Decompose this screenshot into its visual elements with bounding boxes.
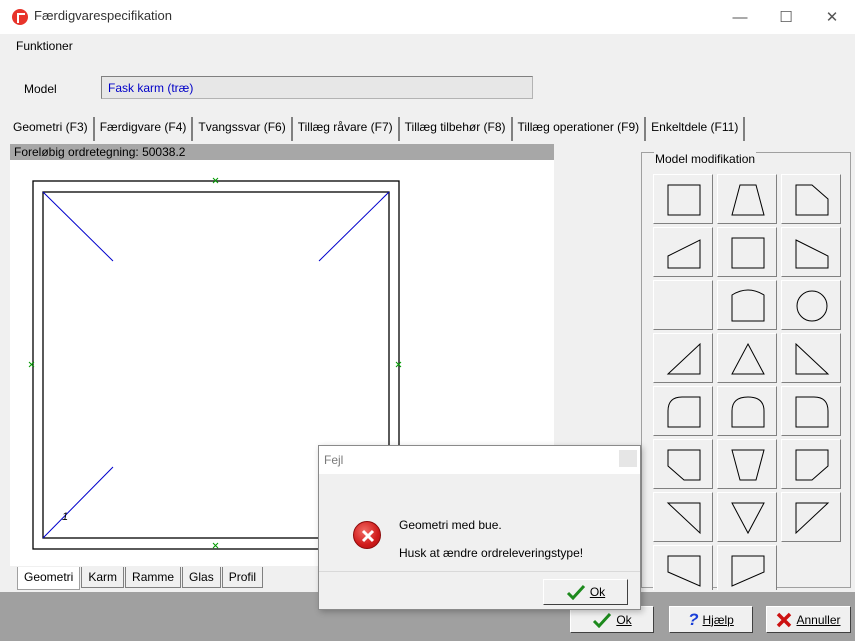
triangle-down-icon (731, 502, 765, 535)
maximize-button[interactable]: ☐ (763, 0, 809, 34)
shape-button-triangle-down-right[interactable] (781, 492, 841, 542)
chamfer-top-left-icon (667, 184, 701, 216)
shape-button-chamfer-bottom-left[interactable] (653, 439, 713, 489)
tab-bottom-profil[interactable]: Profil (221, 567, 264, 588)
shape-button-slope-left[interactable] (653, 227, 713, 277)
tab-bottom-geometri[interactable]: Geometri (17, 567, 81, 590)
triangle-left-up-icon (795, 342, 830, 375)
app-logo-icon (12, 9, 28, 25)
dialog-message-line1: Geometri med bue. (399, 518, 502, 532)
close-button[interactable]: ✕ (809, 0, 855, 34)
ok-button[interactable]: Ok (570, 606, 654, 633)
tab-tillaeg-raavare[interactable]: Tillæg råvare (F7) (293, 117, 400, 141)
ok-button-label: Ok (616, 612, 632, 627)
question-icon: ? (688, 609, 699, 629)
tab-bar: Geometri (F3) Færdigvare (F4) Tvangssvar… (10, 117, 746, 141)
help-button[interactable]: ? Hjælp (669, 606, 753, 633)
diagonal-top-right (318, 191, 390, 262)
minimize-button[interactable]: — (717, 0, 763, 34)
bottom-tab-bar: Geometri Karm Ramme Glas Profil (17, 567, 264, 590)
chamfer-bottom-right-icon (795, 449, 829, 481)
shape-button-rounded-top-right[interactable] (781, 386, 841, 436)
shape-button-rounded-top-left[interactable] (653, 386, 713, 436)
diagonal-top-left (42, 191, 114, 262)
dialog-ok-button[interactable]: Ok (543, 579, 628, 605)
slope-bottom-left-icon (667, 555, 701, 587)
shape-button-chamfer-top-right[interactable] (781, 174, 841, 224)
dialog-title: Fejl (324, 453, 344, 467)
error-icon (353, 521, 381, 549)
chamfer-top-right-icon (795, 184, 829, 216)
shape-button-inverted-trapezoid[interactable] (717, 439, 777, 489)
tab-tillaeg-tilbehoer[interactable]: Tillæg tilbehør (F8) (400, 117, 513, 141)
rounded-top-icon (731, 396, 765, 428)
corner-label: 1 (62, 511, 68, 523)
model-field[interactable]: Fask karm (træ) (101, 76, 533, 99)
order-drawing-status: Foreløbig ordretegning: 50038.2 (10, 144, 554, 160)
diagonal-bottom-left (42, 466, 114, 539)
tab-tvangssvar[interactable]: Tvangssvar (F6) (193, 117, 293, 141)
tab-enkeltdele[interactable]: Enkeltdele (F11) (646, 117, 746, 141)
circle-icon (796, 290, 828, 322)
rounded-top-left-icon (667, 396, 701, 428)
menu-item-funktioner[interactable]: Funktioner (16, 39, 73, 53)
inverted-trapezoid-icon (731, 449, 765, 481)
dialog-ok-label: Ok (589, 585, 606, 599)
rectangle-icon (731, 237, 765, 269)
shape-button-arch-top[interactable] (717, 280, 777, 330)
shape-button-blank[interactable] (653, 280, 713, 330)
tab-bottom-karm[interactable]: Karm (81, 567, 125, 588)
model-modification-legend: Model modifikation (654, 152, 757, 166)
tab-bottom-glas[interactable]: Glas (182, 567, 221, 588)
arch-top-icon (731, 289, 765, 322)
help-button-label: Hjælp (702, 612, 734, 627)
menu-bar: Funktioner (0, 34, 855, 58)
slope-left-icon (667, 239, 701, 269)
check-icon (593, 612, 612, 628)
error-dialog: Fejl Geometri med bue. Husk at ændre ord… (318, 445, 641, 610)
cancel-button[interactable]: Annuller (766, 606, 851, 633)
cross-icon (777, 612, 792, 627)
shape-button-rounded-top[interactable] (717, 386, 777, 436)
shape-button-triangle-left-up[interactable] (781, 333, 841, 383)
tab-bottom-ramme[interactable]: Ramme (125, 567, 182, 588)
shape-button-triangle-down[interactable] (717, 492, 777, 542)
shape-button-trapezoid[interactable] (717, 174, 777, 224)
trapezoid-icon (731, 184, 765, 216)
shape-button-rectangle[interactable] (717, 227, 777, 277)
tab-faerdigvare[interactable]: Færdigvare (F4) (95, 117, 194, 141)
cancel-button-label: Annuller (796, 612, 841, 627)
shape-button-triangle-down-left[interactable] (653, 492, 713, 542)
dialog-message-line2: Husk at ændre ordreleveringstype! (399, 546, 584, 560)
triangle-icon (731, 342, 765, 375)
check-icon (566, 584, 585, 600)
shape-button-triangle-right-up[interactable] (653, 333, 713, 383)
triangle-down-right-icon (795, 502, 830, 535)
dialog-body: Geometri med bue. Husk at ændre ordrelev… (319, 474, 640, 571)
shape-button-slope-bottom-right[interactable] (717, 545, 777, 590)
title-bar: Færdigvarespecifikation — ☐ ✕ (0, 0, 855, 34)
triangle-right-up-icon (666, 342, 701, 375)
window-title: Færdigvarespecifikation (34, 8, 173, 23)
model-label: Model (24, 82, 57, 96)
triangle-down-left-icon (666, 502, 701, 535)
dialog-close-button[interactable] (619, 450, 637, 467)
shape-button-circle[interactable] (781, 280, 841, 330)
shape-grid (651, 172, 845, 590)
tab-tillaeg-operationer[interactable]: Tillæg operationer (F9) (513, 117, 647, 141)
shape-button-slope-bottom-left[interactable] (653, 545, 713, 590)
shape-button-chamfer-top-left[interactable] (653, 174, 713, 224)
shape-button-slope-right[interactable] (781, 227, 841, 277)
slope-right-icon (795, 239, 829, 269)
tab-geometri[interactable]: Geometri (F3) (10, 117, 95, 141)
rounded-top-right-icon (795, 396, 829, 428)
slope-bottom-right-icon (731, 555, 765, 587)
chamfer-bottom-left-icon (667, 449, 701, 481)
shape-button-triangle[interactable] (717, 333, 777, 383)
shape-button-chamfer-bottom-right[interactable] (781, 439, 841, 489)
